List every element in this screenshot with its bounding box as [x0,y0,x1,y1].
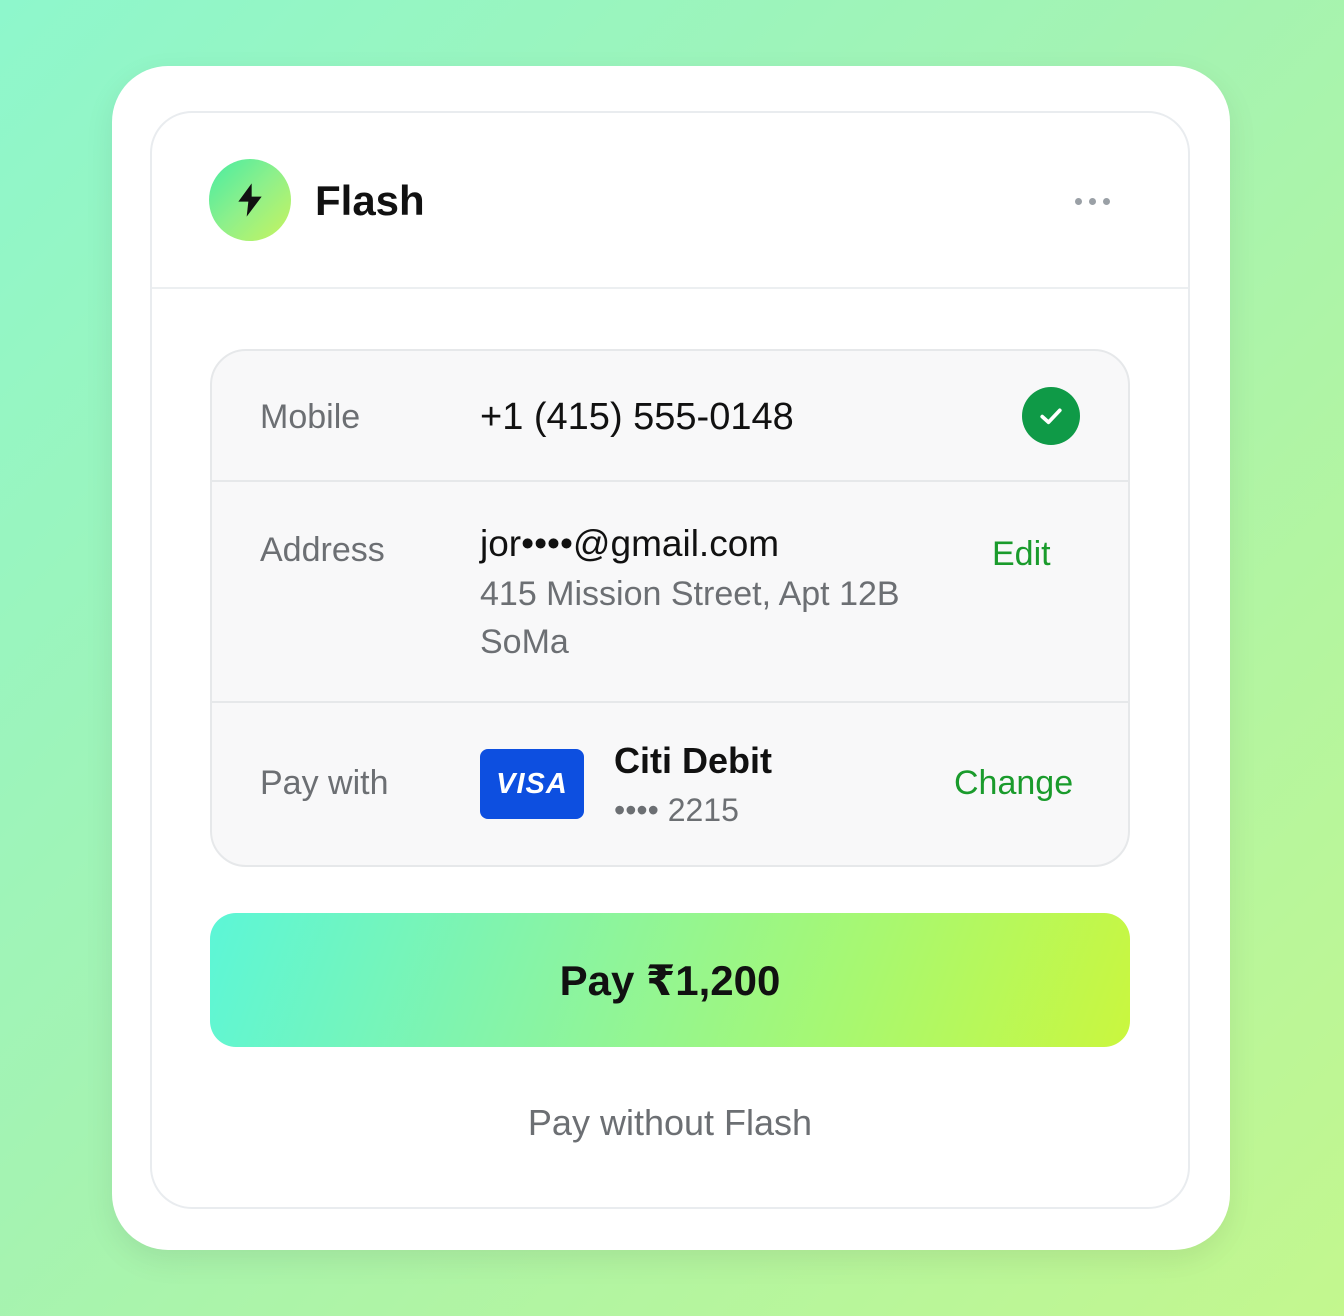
email-value: jor••••@gmail.com [480,523,780,564]
change-payment-link[interactable]: Change [954,763,1073,803]
address-line-2: SoMa [480,623,569,661]
address-row: Address jor••••@gmail.com 415 Mission St… [212,482,1128,703]
mobile-number: +1 (415) 555-0148 [480,396,794,438]
payment-label: Pay with [260,764,389,802]
payment-row: Pay with VISA Citi Debit •••• 2215 Chang… [212,703,1128,865]
more-options-icon[interactable] [1062,183,1122,219]
pay-without-flash-link[interactable]: Pay without Flash [152,1101,1188,1145]
visa-card-icon: VISA [480,749,584,819]
dot [1074,197,1082,205]
card-number: •••• 2215 [614,792,739,828]
dot [1102,197,1110,205]
check-circle-icon [1022,387,1080,445]
card-name: Citi Debit [614,740,772,781]
pay-button[interactable]: Pay ₹1,200 [210,913,1130,1047]
checkout-shell: Flash Mobile +1 (415) 555-0148 Address j… [112,66,1230,1250]
address-line-1: 415 Mission Street, Apt 12B [480,575,900,613]
dot [1088,197,1096,205]
checkout-card: Flash Mobile +1 (415) 555-0148 Address j… [150,111,1190,1209]
checkout-details: Mobile +1 (415) 555-0148 Address jor••••… [210,349,1130,867]
lightning-bolt-icon [238,183,262,217]
card-header: Flash [152,113,1188,289]
address-label: Address [260,531,385,569]
mobile-label: Mobile [260,398,361,436]
edit-address-link[interactable]: Edit [992,534,1051,574]
mobile-row: Mobile +1 (415) 555-0148 [212,351,1128,482]
brand-name: Flash [315,177,425,224]
flash-logo [209,159,291,241]
